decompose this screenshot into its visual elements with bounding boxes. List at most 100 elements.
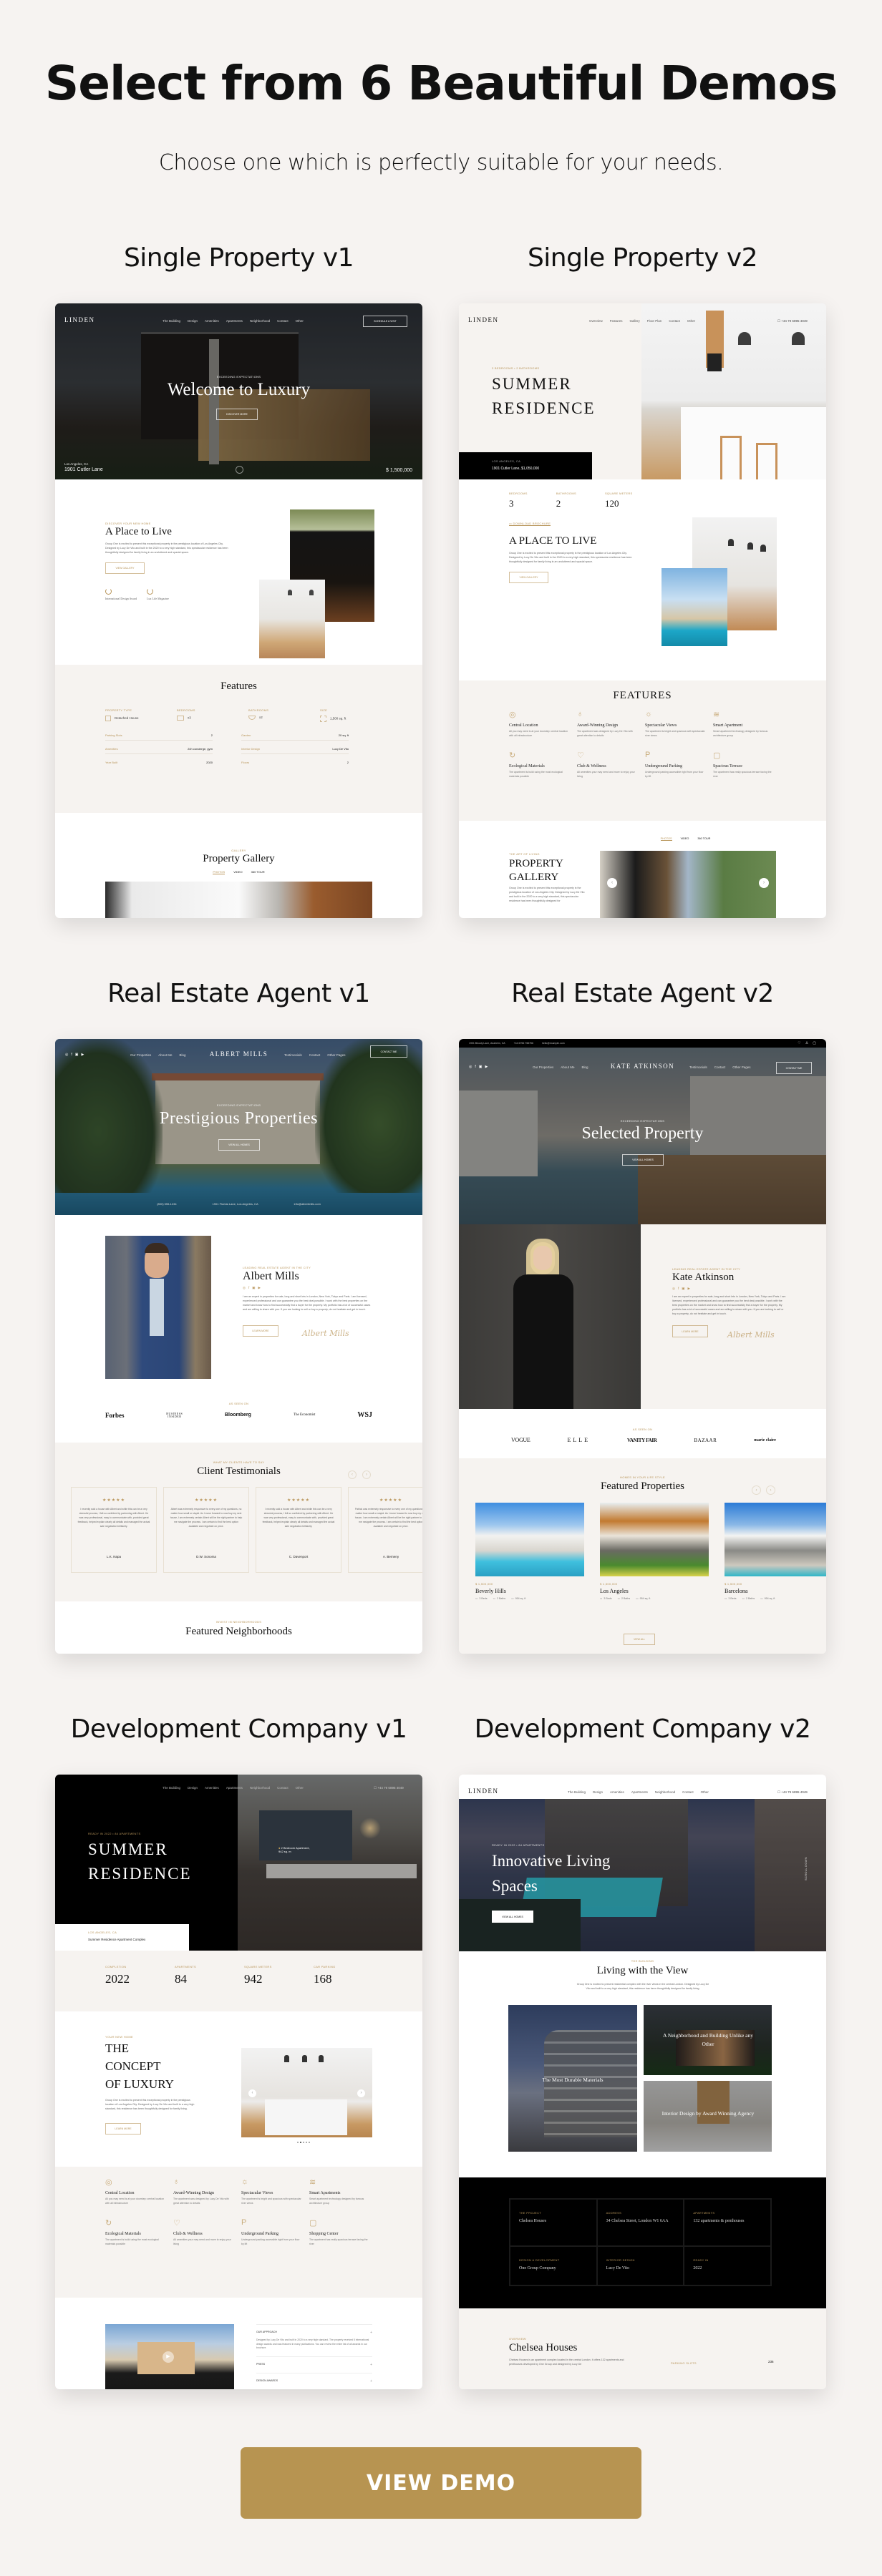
instagram-icon[interactable]: ◎ [243, 1286, 246, 1290]
property-name[interactable]: Beverly Hills [475, 1588, 584, 1594]
property-card[interactable]: $ 1,500,000 Los Angeles ▭ 3 Beds ▭ 2 Baths ▭ 95… [600, 1503, 709, 1600]
cart-icon[interactable]: ▢ [813, 1041, 816, 1045]
user-icon[interactable]: ♙ [805, 1041, 808, 1045]
carousel-dot[interactable] [303, 2142, 304, 2143]
logo[interactable]: LINDEN [64, 316, 95, 323]
nav-item[interactable]: Amenities [610, 1790, 624, 1794]
tab-video[interactable]: Video [681, 837, 689, 841]
logo[interactable]: LINDEN [468, 316, 499, 323]
carousel-dot[interactable] [309, 2142, 310, 2143]
next-arrow-icon[interactable]: › [759, 878, 769, 888]
nav-item[interactable]: Neighborhood [655, 1790, 675, 1794]
nav-item[interactable]: Contact [277, 319, 289, 323]
view-all-homes-button[interactable]: View All Homes [622, 1154, 664, 1166]
nav-item[interactable]: Testimonials [284, 1053, 302, 1057]
accordion-item[interactable]: Our Approach + Designed by Lucy De Vito an… [256, 2324, 372, 2356]
accordion-title[interactable]: Design Awards [256, 2379, 278, 2384]
play-icon[interactable]: ▶ [163, 2351, 174, 2363]
tile-interior[interactable]: Interior Design by Award Winning Agency [644, 2081, 772, 2152]
property-photo[interactable] [475, 1503, 584, 1576]
plus-icon[interactable]: + [370, 2379, 372, 2384]
next-arrow-icon[interactable]: › [357, 2089, 365, 2097]
logo[interactable]: ALBERT MILLS [55, 1050, 422, 1058]
nav-item[interactable]: Other Pages [327, 1053, 345, 1057]
nav-item[interactable]: Neighborhood [250, 319, 270, 323]
nav-item[interactable]: Contact [669, 319, 680, 323]
property-name[interactable]: Los Angeles [600, 1588, 709, 1594]
carousel-dot[interactable] [300, 2142, 301, 2143]
tile-materials[interactable]: The Most Durable Materials [508, 2005, 637, 2152]
tab-video[interactable]: Video [233, 870, 242, 874]
nav-item[interactable]: Features [610, 319, 623, 323]
email-link[interactable]: hello@example.com [542, 1042, 565, 1045]
property-card[interactable]: $ 1,500,000 Barcelona ▭ 3 Beds ▭ 2 Baths ▭ 954 … [724, 1503, 826, 1600]
hotspot-label[interactable]: ● 2 Bedroom Apartment, 942 sq. m [278, 1846, 314, 1853]
view-demo-button[interactable]: VIEW DEMO [241, 2447, 641, 2519]
carousel-dot[interactable] [306, 2142, 307, 2143]
facebook-icon[interactable]: f [678, 1287, 679, 1291]
nav-item[interactable]: Apartments [631, 1790, 648, 1794]
tab-360-tour[interactable]: 360 Tour [251, 870, 265, 874]
instagram-icon[interactable]: ◎ [672, 1287, 675, 1291]
nav-item[interactable]: Other [296, 1786, 304, 1790]
phone-link[interactable]: (800) 555-1234 [157, 1202, 176, 1206]
next-arrow-icon[interactable]: › [362, 1470, 371, 1479]
nav-item[interactable]: Floor Plan [647, 319, 662, 323]
logo[interactable]: KATE ATKINSON [459, 1063, 826, 1070]
nav-item[interactable]: Amenities [205, 1786, 219, 1790]
nav-item[interactable]: Gallery [630, 319, 640, 323]
nav-item[interactable]: The Building [568, 1790, 586, 1794]
nav-item[interactable]: Other Pages [732, 1065, 750, 1069]
phone-link[interactable]: +44 6756 758756 [514, 1042, 533, 1045]
nav-item[interactable]: Apartments [226, 1786, 243, 1790]
view-all-button[interactable]: View All [624, 1634, 655, 1645]
nav-item[interactable]: The Building [163, 1786, 180, 1790]
tab-photos[interactable]: Photos [660, 837, 672, 841]
nav-item[interactable]: Amenities [205, 319, 219, 323]
phone[interactable]: ☐ +44 79 6895 4049 [777, 1790, 808, 1795]
youtube-icon[interactable]: ▶ [687, 1287, 689, 1291]
contact-me-button[interactable]: Contact Me [370, 1045, 407, 1058]
nav-item[interactable]: Other [296, 319, 304, 323]
video-thumbnail[interactable]: ▶ [105, 2324, 234, 2389]
schedule-visit-button[interactable]: Schedule a Visit [363, 316, 407, 327]
linkedin-icon[interactable]: ▣ [252, 1286, 255, 1290]
nav-item[interactable]: Contact [309, 1053, 321, 1057]
download-brochure-link[interactable]: ▭ Download Brochure [509, 522, 551, 526]
prev-arrow-icon[interactable]: ‹ [348, 1470, 357, 1479]
youtube-icon[interactable]: ▶ [258, 1286, 260, 1290]
phone[interactable]: ☐ +44 79 6895 4049 [374, 1786, 404, 1790]
carousel-dot[interactable] [297, 2142, 299, 2143]
tile-neighborhood[interactable]: A Neighborhood and Building Unlike any O… [644, 2005, 772, 2075]
heart-icon[interactable]: ♡ [798, 1041, 800, 1045]
view-all-homes-button[interactable]: View All Homes [218, 1139, 260, 1151]
accordion-item[interactable]: Design Awards + [256, 2372, 372, 2389]
nav-item[interactable]: Design [188, 1786, 198, 1790]
view-gallery-button[interactable]: View Gallery [509, 572, 548, 583]
demo-card-single-property-v1[interactable]: LINDEN The Building Design Amenities Apa… [55, 303, 422, 918]
demo-card-development-company-v2[interactable]: LINDEN The Building Design Amenities Apa… [459, 1775, 826, 2389]
nav-item[interactable]: Design [593, 1790, 603, 1794]
view-all-homes-button[interactable]: View All Homes [492, 1911, 533, 1923]
learn-more-button[interactable]: Learn More [105, 2123, 141, 2135]
property-photo[interactable] [724, 1503, 826, 1576]
prev-arrow-icon[interactable]: ‹ [248, 2089, 256, 2097]
demo-card-single-property-v2[interactable]: LINDEN Overview Features Gallery Floor P… [459, 303, 826, 918]
tab-photos[interactable]: Photos [213, 870, 226, 874]
prev-arrow-icon[interactable]: ‹ [607, 878, 617, 888]
nav-item[interactable]: Overview [589, 319, 603, 323]
next-arrow-icon[interactable]: › [766, 1485, 775, 1495]
phone[interactable]: ☐ +44 79 6895 4049 [777, 319, 808, 323]
nav-item[interactable]: The Building [163, 319, 180, 323]
nav-item[interactable]: Apartments [226, 319, 243, 323]
demo-card-real-estate-agent-v2[interactable]: 1901 Bloody Lane, Anaheim, CA +44 6756 7… [459, 1039, 826, 1654]
plus-icon[interactable]: + [370, 2331, 372, 2335]
nav-item[interactable]: Design [188, 319, 198, 323]
plus-icon[interactable]: + [370, 2363, 372, 2367]
nav-item[interactable]: Other [687, 319, 695, 323]
logo[interactable]: LINDEN [468, 1787, 499, 1795]
nav-item[interactable]: Testimonials [689, 1065, 707, 1069]
nav-item[interactable]: Contact [277, 1786, 289, 1790]
learn-more-button[interactable]: Learn More [243, 1325, 278, 1337]
scroll-down-link[interactable]: Scroll Down [804, 1857, 808, 1880]
